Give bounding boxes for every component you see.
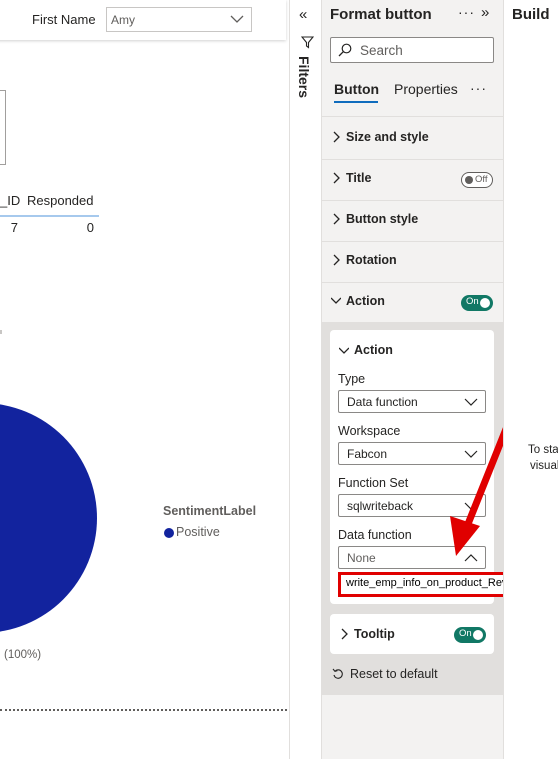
legend-title: SentimentLabel: [163, 504, 257, 518]
build-pane-title[interactable]: Build: [512, 6, 550, 23]
section-tooltip[interactable]: Tooltip On: [330, 614, 494, 654]
section-label: Button style: [346, 212, 419, 226]
more-options-icon[interactable]: ···: [458, 4, 475, 20]
chevron-right-icon: [333, 172, 340, 184]
active-tab-indicator: [334, 101, 378, 103]
legend-item-positive[interactable]: Positive: [176, 525, 220, 539]
section-title[interactable]: Title Off: [322, 159, 503, 200]
slicer-dropdown[interactable]: Amy: [106, 7, 252, 32]
table-cell: 7: [10, 220, 18, 235]
workspace-label: Workspace: [338, 424, 401, 438]
function-set-label: Function Set: [338, 476, 409, 490]
chevron-down-icon: [339, 347, 349, 354]
section-action[interactable]: Action On: [322, 282, 503, 323]
action-card-header[interactable]: Action: [330, 340, 494, 362]
toggle-knob: [480, 298, 490, 308]
section-size-and-style[interactable]: Size and style: [322, 118, 503, 159]
funnel-icon: [301, 36, 314, 49]
name-slicer: First Name Amy: [0, 0, 286, 40]
title-toggle[interactable]: Off: [461, 172, 493, 188]
pie-chart[interactable]: [0, 395, 150, 655]
double-chevron-left-icon[interactable]: «: [299, 6, 307, 23]
report-canvas: First Name Amy _ID Responded 7 0 (100%) …: [0, 0, 289, 759]
function-set-dropdown[interactable]: sqlwriteback: [338, 494, 486, 517]
action-card: Action Type Data function Workspace Fabc…: [330, 330, 494, 604]
table-header-responded[interactable]: Responded: [27, 193, 94, 208]
search-input[interactable]: Search: [330, 37, 494, 63]
canvas-page-border: [0, 709, 287, 711]
axis-tick: [0, 330, 2, 334]
legend-marker: [164, 528, 174, 538]
type-label: Type: [338, 372, 366, 386]
build-hint-text: To sta: [528, 444, 558, 456]
chevron-right-icon: [333, 213, 340, 225]
reset-label: Reset to default: [350, 667, 438, 681]
section-button-style[interactable]: Button style: [322, 200, 503, 241]
function-set-value: sqlwriteback: [347, 499, 414, 513]
chevron-right-icon: [341, 628, 348, 640]
section-label: Size and style: [346, 130, 429, 144]
pie-slice-positive: [0, 404, 97, 632]
data-function-option-label: write_emp_info_on_product_Review: [346, 577, 524, 589]
table-header-id[interactable]: _ID: [0, 193, 20, 208]
toggle-state: Off: [475, 174, 488, 185]
build-pane: Build To sta visual: [503, 0, 558, 759]
toggle-state: On: [459, 628, 472, 639]
build-hint-text: visual: [530, 460, 558, 472]
toggle-knob: [465, 176, 473, 184]
table-cell: 0: [86, 220, 94, 235]
filters-pane: « Filters: [289, 0, 322, 759]
data-function-dropdown[interactable]: None: [338, 546, 486, 569]
section-label: Rotation: [346, 253, 397, 267]
action-card-title: Action: [354, 343, 393, 357]
reset-icon: [332, 668, 343, 679]
tooltip-toggle[interactable]: On: [454, 627, 486, 643]
toggle-state: On: [466, 296, 479, 307]
double-chevron-right-icon[interactable]: »: [481, 4, 489, 21]
data-function-value: None: [347, 551, 376, 565]
type-value: Data function: [347, 395, 418, 409]
section-label: Tooltip: [354, 627, 395, 641]
data-function-label: Data function: [338, 528, 412, 542]
chevron-right-icon: [333, 131, 340, 143]
slicer-selected-value: Amy: [111, 13, 135, 27]
chevron-down-icon: [464, 450, 478, 458]
search-placeholder: Search: [360, 43, 403, 58]
chevron-right-icon: [333, 254, 340, 266]
tab-button[interactable]: Button: [334, 81, 379, 97]
format-pane: Format button ··· » Search Button Proper…: [322, 0, 503, 759]
divider: [322, 116, 503, 117]
workspace-dropdown[interactable]: Fabcon: [338, 442, 486, 465]
pie-data-label: (100%): [4, 649, 42, 661]
filters-pane-label[interactable]: Filters: [296, 56, 312, 98]
section-label: Title: [346, 171, 372, 185]
section-rotation[interactable]: Rotation: [322, 241, 503, 282]
chevron-down-icon: [230, 15, 244, 23]
toggle-knob: [473, 630, 483, 640]
chevron-down-icon: [464, 398, 478, 406]
visual-frame[interactable]: [0, 90, 6, 165]
section-label: Action: [346, 294, 385, 308]
tab-properties[interactable]: Properties: [394, 81, 458, 97]
type-dropdown[interactable]: Data function: [338, 390, 486, 413]
chevron-down-icon: [331, 297, 341, 304]
workspace-value: Fabcon: [347, 447, 388, 461]
format-pane-title: Format button: [330, 6, 432, 23]
table-header-divider: [0, 215, 99, 217]
search-icon: [338, 43, 352, 57]
slicer-label: First Name: [32, 12, 96, 27]
chevron-down-icon: [464, 502, 478, 510]
chevron-up-icon: [464, 554, 478, 562]
action-toggle[interactable]: On: [461, 295, 493, 311]
tabs-more-icon[interactable]: ···: [470, 80, 487, 96]
